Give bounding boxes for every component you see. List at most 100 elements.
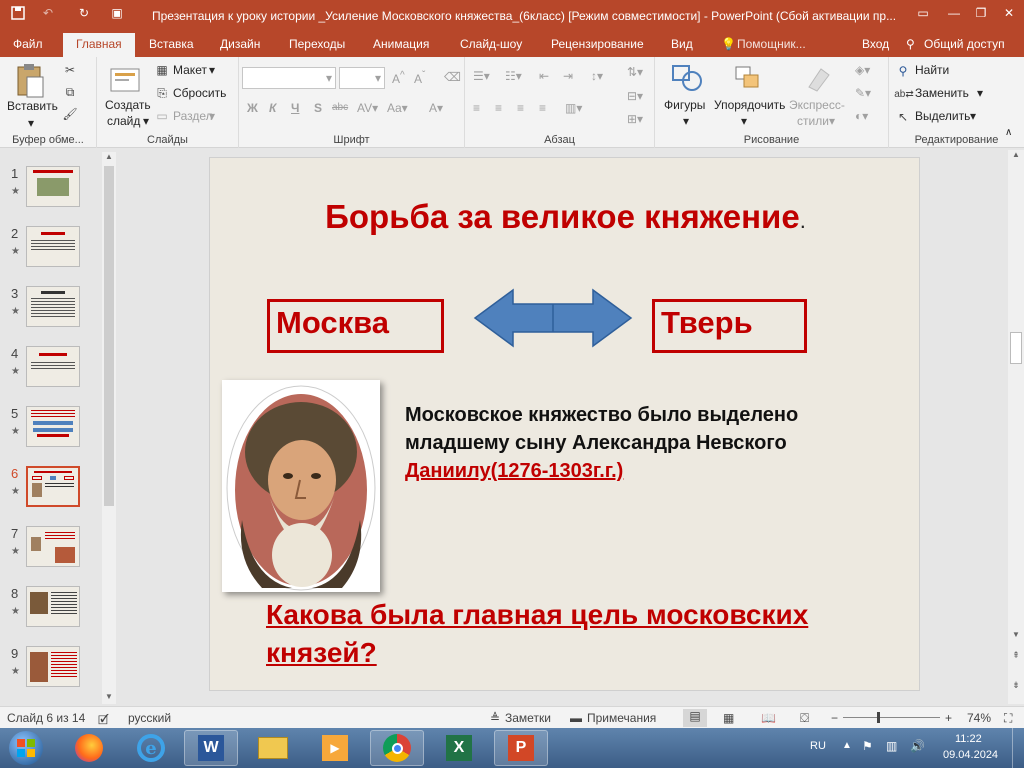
internet-explorer-icon[interactable]: e xyxy=(124,730,178,766)
thumbnail-9[interactable]: 9 ★ xyxy=(0,646,100,694)
tab-slideshow[interactable]: Слайд-шоу xyxy=(460,37,522,51)
justify-icon[interactable]: ≡ xyxy=(539,101,546,115)
portrait-daniil-image[interactable] xyxy=(222,380,380,592)
font-name-combo[interactable]: ▾ xyxy=(242,67,336,89)
select-button[interactable]: Выделить xyxy=(915,109,970,123)
font-color-icon[interactable]: A▾ xyxy=(429,101,443,115)
new-slide-button[interactable]: Создать xyxy=(105,98,151,112)
italic-button[interactable]: К xyxy=(269,101,276,115)
excel-icon[interactable]: X xyxy=(432,730,486,766)
firefox-icon[interactable] xyxy=(62,730,116,766)
thumbnail-2[interactable]: 2 ★ xyxy=(0,226,100,274)
sign-in-link[interactable]: Вход xyxy=(862,37,889,51)
section-dropdown-icon[interactable]: ▾ xyxy=(209,109,215,123)
shape-fill-icon[interactable]: ◈▾ xyxy=(855,63,870,77)
arrange-icon[interactable] xyxy=(731,62,763,94)
quick-styles-button[interactable]: Экспресс- xyxy=(789,98,845,112)
shadow-button[interactable]: S xyxy=(314,101,322,115)
quick-styles-icon[interactable] xyxy=(802,62,834,94)
zoom-slider[interactable] xyxy=(843,717,940,718)
redo-icon[interactable]: ↻ xyxy=(72,0,96,26)
paste-icon[interactable] xyxy=(12,63,48,99)
scroll-thumb[interactable] xyxy=(1010,332,1022,364)
slide-body-text[interactable]: Московское княжество было выделено младш… xyxy=(405,401,905,485)
scroll-up-icon[interactable]: ▲ xyxy=(102,152,116,164)
zoom-slider-thumb[interactable] xyxy=(877,712,880,723)
file-explorer-icon[interactable] xyxy=(246,730,300,766)
arrange-dropdown-icon[interactable]: ▾ xyxy=(741,114,747,128)
tab-tell-me[interactable]: Помощник... xyxy=(737,37,806,51)
zoom-in-button[interactable]: + xyxy=(945,711,952,725)
fit-to-window-icon[interactable]: ⛶ xyxy=(1004,711,1012,726)
quick-styles-dropdown-icon[interactable]: ▾ xyxy=(829,114,835,128)
align-left-icon[interactable]: ≡ xyxy=(473,101,480,115)
scroll-up-icon[interactable]: ▲ xyxy=(1008,150,1024,164)
tab-insert[interactable]: Вставка xyxy=(149,37,194,51)
powerpoint-icon[interactable]: P xyxy=(494,730,548,766)
align-right-icon[interactable]: ≡ xyxy=(517,101,524,115)
clear-formatting-icon[interactable]: ⌫ xyxy=(444,70,461,84)
thumbnail-image[interactable] xyxy=(26,226,80,267)
paste-button[interactable]: Вставить xyxy=(7,99,58,113)
slide-title[interactable]: Борьба за великое княжение. xyxy=(210,198,919,236)
media-player-icon[interactable]: ▶ xyxy=(308,730,362,766)
scroll-down-icon[interactable]: ▼ xyxy=(1008,630,1024,644)
thumbnail-scrollbar[interactable]: ▲ ▼ xyxy=(102,152,116,704)
tab-file[interactable]: Файл xyxy=(13,37,43,51)
thumbnail-5[interactable]: 5 ★ xyxy=(0,406,100,454)
editor-scrollbar[interactable]: ▲ ▼ ⇞ ⇟ xyxy=(1008,150,1024,704)
show-hidden-icons-icon[interactable]: ▲ xyxy=(842,740,852,751)
smartart-icon[interactable]: ⊞▾ xyxy=(627,112,643,126)
input-language[interactable]: RU xyxy=(810,740,826,752)
slideshow-view-icon[interactable]: ⛋ xyxy=(800,711,809,726)
next-slide-icon[interactable]: ⇟ xyxy=(1008,680,1024,694)
daniil-link[interactable]: Даниилу(1276-1303г.г.) xyxy=(405,457,905,485)
scroll-thumb[interactable] xyxy=(104,166,114,506)
tab-transitions[interactable]: Переходы xyxy=(289,37,345,51)
paste-dropdown-icon[interactable]: ▾ xyxy=(28,116,34,130)
zoom-out-button[interactable]: − xyxy=(831,711,838,725)
shapes-button[interactable]: Фигуры xyxy=(664,98,705,112)
tab-animations[interactable]: Анимация xyxy=(373,37,429,51)
new-slide-icon[interactable] xyxy=(108,61,142,95)
tab-view[interactable]: Вид xyxy=(671,37,693,51)
underline-button[interactable]: Ч xyxy=(291,101,299,115)
close-button[interactable]: ✕ xyxy=(996,0,1022,26)
strikethrough-button[interactable]: abc xyxy=(332,102,348,113)
slide-sorter-icon[interactable]: ▦ xyxy=(723,711,734,725)
increase-indent-icon[interactable]: ⇥ xyxy=(563,69,573,83)
reset-button[interactable]: Сбросить xyxy=(173,86,226,100)
thumbnail-8[interactable]: 8 ★ xyxy=(0,586,100,634)
action-center-flag-icon[interactable]: ⚑ xyxy=(862,739,873,753)
grow-font-icon[interactable]: A^ xyxy=(392,70,405,86)
volume-icon[interactable]: 🔊 xyxy=(910,739,925,753)
shapes-icon[interactable] xyxy=(669,62,705,94)
thumbnail-image[interactable] xyxy=(26,286,80,327)
shape-outline-icon[interactable]: ✎▾ xyxy=(855,86,871,100)
thumbnail-image[interactable] xyxy=(26,166,80,207)
char-spacing-icon[interactable]: AV▾ xyxy=(357,101,378,115)
thumbnail-image[interactable] xyxy=(26,646,80,687)
network-icon[interactable]: ▥ xyxy=(886,739,897,753)
replace-button[interactable]: Заменить xyxy=(915,86,969,100)
align-center-icon[interactable]: ≡ xyxy=(495,101,502,115)
undo-icon[interactable]: ↶ xyxy=(36,0,60,26)
restore-button[interactable]: ❐ xyxy=(968,0,994,26)
columns-icon[interactable]: ▥▾ xyxy=(565,101,582,115)
text-direction-icon[interactable]: ⇅▾ xyxy=(627,65,643,79)
comments-button[interactable]: Примечания xyxy=(587,711,656,725)
thumbnail-image[interactable] xyxy=(26,586,80,627)
word-icon[interactable]: W xyxy=(184,730,238,766)
new-slide-button-line2[interactable]: слайд xyxy=(107,114,140,128)
double-arrow-shape[interactable] xyxy=(473,288,635,348)
tab-home[interactable]: Главная xyxy=(63,33,135,57)
show-desktop-button[interactable] xyxy=(1012,728,1024,768)
line-spacing-icon[interactable]: ↕▾ xyxy=(591,69,603,83)
minimize-button[interactable]: — xyxy=(940,0,968,26)
thumbnail-4[interactable]: 4 ★ xyxy=(0,346,100,394)
find-button[interactable]: Найти xyxy=(915,63,949,77)
previous-slide-icon[interactable]: ⇞ xyxy=(1008,650,1024,664)
replace-dropdown-icon[interactable]: ▾ xyxy=(977,86,983,100)
copy-icon[interactable]: ⧉ xyxy=(60,83,80,101)
share-button[interactable]: Общий доступ xyxy=(924,37,1005,51)
